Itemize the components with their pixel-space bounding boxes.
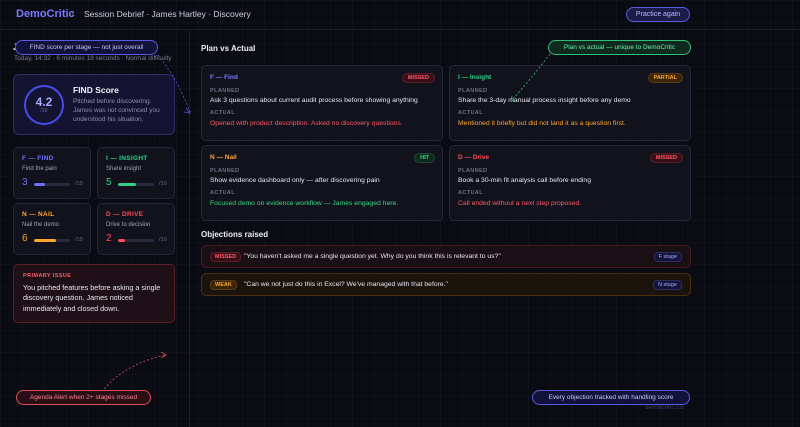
- breadcrumb: Session Debrief · James Hartley · Discov…: [84, 9, 251, 19]
- stage-score: 6: [22, 233, 28, 244]
- actual-label: ACTUAL: [458, 190, 484, 196]
- stage-subtitle: Nail the demo: [22, 222, 60, 228]
- stage-label: I — INSIGHT: [106, 155, 148, 162]
- objection-stage-badge: F stage: [653, 252, 682, 262]
- stage-progress-fill: [34, 183, 45, 186]
- stage-subtitle: Drive to decision: [106, 222, 151, 228]
- find-score-value: 4.2: [35, 95, 53, 109]
- plan-stage-label: N — Nail: [210, 154, 237, 161]
- find-score-description: Pitched before discovering. James was no…: [73, 98, 160, 124]
- objection-text: "Can we not just do this in Excel? We've…: [244, 281, 448, 288]
- plan-card-find: F — Find MISSED PLANNED Ask 3 questions …: [201, 65, 443, 141]
- stage-card-drive: D — DRIVE Drive to decision 2 /10: [97, 203, 175, 255]
- plan-card-insight: I — Insight PARTIAL PLANNED Share the 3-…: [449, 65, 691, 141]
- top-bar: DemoCritic › Session Debrief · James Har…: [0, 0, 800, 30]
- callout-arrow-agenda: [101, 354, 166, 393]
- planned-label: PLANNED: [458, 168, 488, 174]
- status-badge: MISSED: [401, 73, 435, 83]
- status-badge: MISSED: [649, 153, 683, 163]
- stage-card-insight: I — INSIGHT Share insight 5 /10: [97, 147, 175, 199]
- brand-logo[interactable]: DemoCritic: [16, 8, 75, 20]
- plan-card-nail: N — Nail HIT PLANNED Show evidence dashb…: [201, 145, 443, 221]
- actual-label: ACTUAL: [210, 190, 236, 196]
- plan-stage-label: F — Find: [210, 74, 238, 81]
- callout-plan-vs-actual: Plan vs actual — unique to DemoCritic: [548, 40, 691, 55]
- stage-score: 5: [106, 177, 112, 188]
- objection-status-badge: MISSED: [210, 252, 242, 262]
- actual-text: Call ended without a next step proposed.: [458, 200, 582, 207]
- plan-stage-label: I — Insight: [458, 74, 492, 81]
- stage-progress-bar: [118, 183, 154, 186]
- breadcrumb-separator: ›: [71, 9, 74, 19]
- actual-text: Focused demo on evidence workflow — Jame…: [210, 200, 399, 207]
- stage-progress-fill: [34, 239, 56, 242]
- callout-arrowhead-agenda: [160, 351, 167, 359]
- objection-status-badge: WEAK: [210, 280, 237, 290]
- stage-max: /10: [75, 181, 83, 187]
- stage-progress-bar: [34, 239, 70, 242]
- stage-subtitle: Find the pain: [22, 166, 57, 172]
- callout-find-per-stage: FIND score per stage — not just overall: [15, 40, 158, 55]
- find-score-ring: 4.2 /10: [24, 85, 64, 125]
- practice-again-button[interactable]: Practice again: [626, 7, 690, 22]
- planned-label: PLANNED: [458, 88, 488, 94]
- planned-text: Show evidence dashboard only — after dis…: [210, 177, 380, 184]
- stage-progress-fill: [118, 183, 136, 186]
- planned-label: PLANNED: [210, 88, 240, 94]
- status-badge: HIT: [414, 153, 435, 163]
- find-score-title: FIND Score: [73, 85, 119, 95]
- stage-label: N — NAIL: [22, 211, 55, 218]
- watermark: democritic.co: [645, 404, 684, 411]
- find-score-max: /10: [40, 108, 48, 114]
- status-badge: PARTIAL: [647, 73, 683, 83]
- primary-issue-card: PRIMARY ISSUE You pitched features befor…: [13, 264, 175, 323]
- planned-text: Share the 3-day manual process insight b…: [458, 97, 631, 104]
- stage-score: 2: [106, 233, 112, 244]
- plan-stage-label: D — Drive: [458, 154, 490, 161]
- planned-text: Ask 3 questions about current audit proc…: [210, 97, 418, 104]
- actual-label: ACTUAL: [210, 110, 236, 116]
- objection-row[interactable]: WEAK "Can we not just do this in Excel? …: [201, 273, 691, 296]
- stage-card-find: F — FIND Find the pain 3 /10: [13, 147, 91, 199]
- callout-agenda-alert: Agenda Alert when 2+ stages missed: [16, 390, 151, 405]
- actual-label: ACTUAL: [458, 110, 484, 116]
- primary-issue-label: PRIMARY ISSUE: [23, 273, 72, 279]
- objection-text: "You haven't asked me a single question …: [244, 253, 501, 260]
- actual-text: Mentioned it briefly but did not land it…: [458, 120, 626, 127]
- stage-label: D — DRIVE: [106, 211, 144, 218]
- stage-card-nail: N — NAIL Nail the demo 6 /10: [13, 203, 91, 255]
- session-meta: Today, 14:32 · 6 minutes 18 seconds · No…: [14, 55, 172, 62]
- objections-title: Objections raised: [201, 230, 269, 239]
- stage-subtitle: Share insight: [106, 166, 142, 172]
- stage-score: 3: [22, 177, 28, 188]
- plan-card-drive: D — Drive MISSED PLANNED Book a 30-min f…: [449, 145, 691, 221]
- stage-progress-fill: [118, 239, 126, 242]
- actual-text: Opened with product description. Asked n…: [210, 120, 403, 127]
- stage-max: /10: [159, 237, 167, 243]
- primary-issue-text: You pitched features before asking a sin…: [23, 283, 161, 313]
- stage-max: /10: [75, 237, 83, 243]
- callout-objection-tracked: Every objection tracked with handling sc…: [532, 390, 690, 405]
- stage-progress-bar: [34, 183, 70, 186]
- stage-label: F — FIND: [22, 155, 54, 162]
- column-divider: [189, 30, 190, 427]
- plan-vs-actual-title: Plan vs Actual: [201, 44, 256, 53]
- planned-text: Book a 30-min fit analysis call before e…: [458, 177, 591, 184]
- stage-max: /10: [159, 181, 167, 187]
- find-score-card: 4.2 /10 FIND Score Pitched before discov…: [13, 74, 175, 135]
- objection-row[interactable]: MISSED "You haven't asked me a single qu…: [201, 245, 691, 268]
- planned-label: PLANNED: [210, 168, 240, 174]
- objection-stage-badge: N stage: [653, 280, 682, 290]
- stage-progress-bar: [118, 239, 154, 242]
